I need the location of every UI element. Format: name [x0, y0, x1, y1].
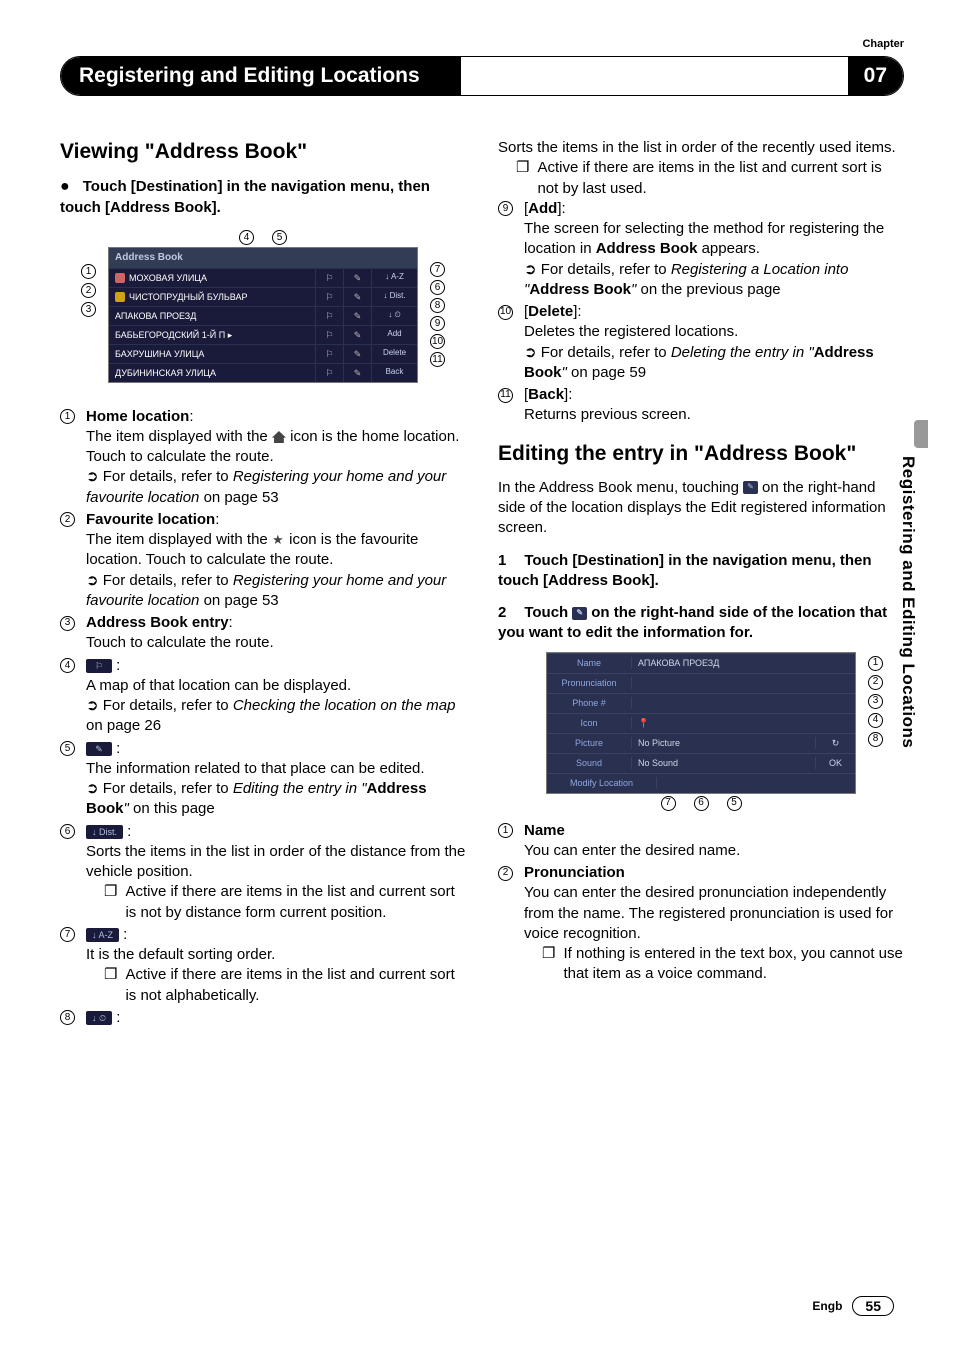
page-header: Registering and Editing Locations 07: [60, 56, 904, 96]
edit-icon[interactable]: ✎: [343, 326, 371, 344]
definition-favourite-location: 2 Favourite location: The item displayed…: [60, 510, 466, 611]
side-tab-text: Registering and Editing Locations: [898, 456, 918, 748]
map-icon-button: ⚐: [86, 659, 112, 673]
callout-9: 9: [430, 316, 445, 331]
list-item[interactable]: БАХРУШИНА УЛИЦА⚐✎Delete: [109, 344, 417, 363]
sort-az-button[interactable]: ↓ A-Z: [371, 269, 417, 287]
map-icon[interactable]: ⚐: [315, 326, 343, 344]
edit-icon[interactable]: ✎: [343, 288, 371, 306]
map-icon[interactable]: ⚐: [315, 364, 343, 382]
definition-delete: 10 [Delete]: Deletes the registered loca…: [498, 302, 904, 383]
edit-info-figure: 1 2 3 4 8 NameАПАКОВА ПРОЕЗД Pronunciati…: [531, 652, 871, 811]
definition-sort-distance: 6 ↓ Dist. : Sorts the items in the list …: [60, 822, 466, 923]
definition-home-location: 1 Home location: The item displayed with…: [60, 407, 466, 508]
list-item[interactable]: МОХОВАЯ УЛИЦА⚐✎↓ A-Z: [109, 268, 417, 287]
list-item[interactable]: ДУБИНИНСКАЯ УЛИЦА⚐✎Back: [109, 363, 417, 382]
callout-1: 1: [81, 264, 96, 279]
left-column: Viewing "Address Book" ● Touch [Destinat…: [60, 138, 466, 1030]
callout-8: 8: [430, 298, 445, 313]
edit-icon-button: ✎: [86, 742, 112, 756]
definition-edit-pronunciation: 2 Pronunciation You can enter the desire…: [498, 863, 904, 985]
step-1: 1 Touch [Destination] in the navigation …: [498, 551, 904, 592]
ok-button[interactable]: OK: [815, 757, 855, 769]
edit-row-sound[interactable]: SoundNo SoundOK: [547, 753, 855, 773]
list-item[interactable]: АПАКОВА ПРОЕЗД⚐✎↓ ⏲: [109, 306, 417, 325]
add-button[interactable]: Add: [371, 326, 417, 344]
map-icon[interactable]: ⚐: [315, 345, 343, 363]
edit-screen: NameАПАКОВА ПРОЕЗД Pronunciation Phone #…: [546, 652, 856, 794]
tab-marker: [914, 420, 928, 448]
section-heading-editing: Editing the entry in "Address Book": [498, 440, 904, 468]
definition-map-icon: 4 ⚐ : A map of that location can be disp…: [60, 656, 466, 737]
star-icon: [272, 534, 285, 547]
delete-button[interactable]: Delete: [371, 345, 417, 363]
home-icon: [115, 273, 125, 283]
definition-sort-az: 7 ↓ A-Z : It is the default sorting orde…: [60, 925, 466, 1006]
edit-row-name[interactable]: NameАПАКОВА ПРОЕЗД: [547, 653, 855, 673]
definition-edit-name: 1 Name You can enter the desired name.: [498, 821, 904, 862]
screen-title: Address Book: [109, 248, 417, 268]
list-item[interactable]: БАБЬЕГОРОДСКИЙ 1-Й П ▸⚐✎Add: [109, 325, 417, 344]
side-tab: Registering and Editing Locations: [898, 420, 928, 900]
page-footer: Engb 55: [812, 1296, 894, 1316]
definition-add: 9 [Add]: The screen for selecting the me…: [498, 199, 904, 300]
edit-icon[interactable]: ✎: [343, 345, 371, 363]
list-item[interactable]: ЧИСТОПРУДНЫЙ БУЛЬВАР⚐✎↓ Dist.: [109, 287, 417, 306]
home-icon: [272, 431, 286, 443]
definition-edit-icon: 5 ✎ : The information related to that pl…: [60, 739, 466, 820]
sort-recent-button: ↓ ⏲: [86, 1011, 112, 1025]
address-book-figure: 4 5 1 2 3 7 6 8 9 10 11 Address Book МОХ…: [93, 230, 433, 383]
edit-row-phone[interactable]: Phone #: [547, 693, 855, 713]
right-column: Sorts the items in the list in order of …: [498, 138, 904, 1030]
star-icon: [115, 292, 125, 302]
header-title: Registering and Editing Locations: [61, 57, 461, 95]
map-icon[interactable]: ⚐: [315, 288, 343, 306]
callout-10: 10: [430, 334, 445, 349]
refresh-icon[interactable]: ↻: [815, 737, 855, 749]
callout-5: 5: [272, 230, 287, 245]
map-icon[interactable]: ⚐: [315, 307, 343, 325]
callout-6: 6: [430, 280, 445, 295]
definition-back: 11 [Back]: Returns previous screen.: [498, 385, 904, 426]
edit-icon: ✎: [572, 607, 587, 620]
page-number: 55: [852, 1296, 894, 1316]
continued-text: Sorts the items in the list in order of …: [498, 138, 904, 158]
step-2: 2 Touch ✎ on the right-hand side of the …: [498, 603, 904, 644]
footer-language: Engb: [812, 1299, 842, 1313]
chapter-number: 07: [848, 57, 903, 95]
callout-2: 2: [81, 283, 96, 298]
sort-az-button: ↓ A-Z: [86, 928, 119, 942]
callout-3: 3: [81, 302, 96, 317]
edit-icon: ✎: [743, 481, 758, 494]
edit-row-modify-location[interactable]: Modify Location: [547, 773, 855, 793]
sort-dist-button: ↓ Dist.: [86, 825, 123, 839]
callout-11: 11: [430, 352, 445, 367]
edit-icon[interactable]: ✎: [343, 269, 371, 287]
sort-recent-button[interactable]: ↓ ⏲: [371, 307, 417, 325]
section-heading-viewing: Viewing "Address Book": [60, 138, 466, 166]
bullet-icon: ●: [60, 178, 79, 195]
map-icon[interactable]: ⚐: [315, 269, 343, 287]
edit-row-icon[interactable]: Icon📍: [547, 713, 855, 733]
edit-row-pronunciation[interactable]: Pronunciation: [547, 673, 855, 693]
edit-icon[interactable]: ✎: [343, 307, 371, 325]
lead-instruction: Touch [Destination] in the navigation me…: [60, 178, 430, 216]
definition-sort-recent: 8 ↓ ⏲ :: [60, 1008, 466, 1028]
definition-address-book-entry: 3 Address Book entry: Touch to calculate…: [60, 613, 466, 654]
address-book-screen: Address Book МОХОВАЯ УЛИЦА⚐✎↓ A-Z ЧИСТОП…: [108, 247, 418, 383]
edit-row-picture[interactable]: PictureNo Picture↻: [547, 733, 855, 753]
callout-4: 4: [239, 230, 254, 245]
back-button[interactable]: Back: [371, 364, 417, 382]
edit-icon[interactable]: ✎: [343, 364, 371, 382]
sort-dist-button[interactable]: ↓ Dist.: [371, 288, 417, 306]
editing-intro: In the Address Book menu, touching ✎ on …: [498, 478, 904, 539]
callout-7: 7: [430, 262, 445, 277]
chapter-label: Chapter: [60, 38, 904, 50]
